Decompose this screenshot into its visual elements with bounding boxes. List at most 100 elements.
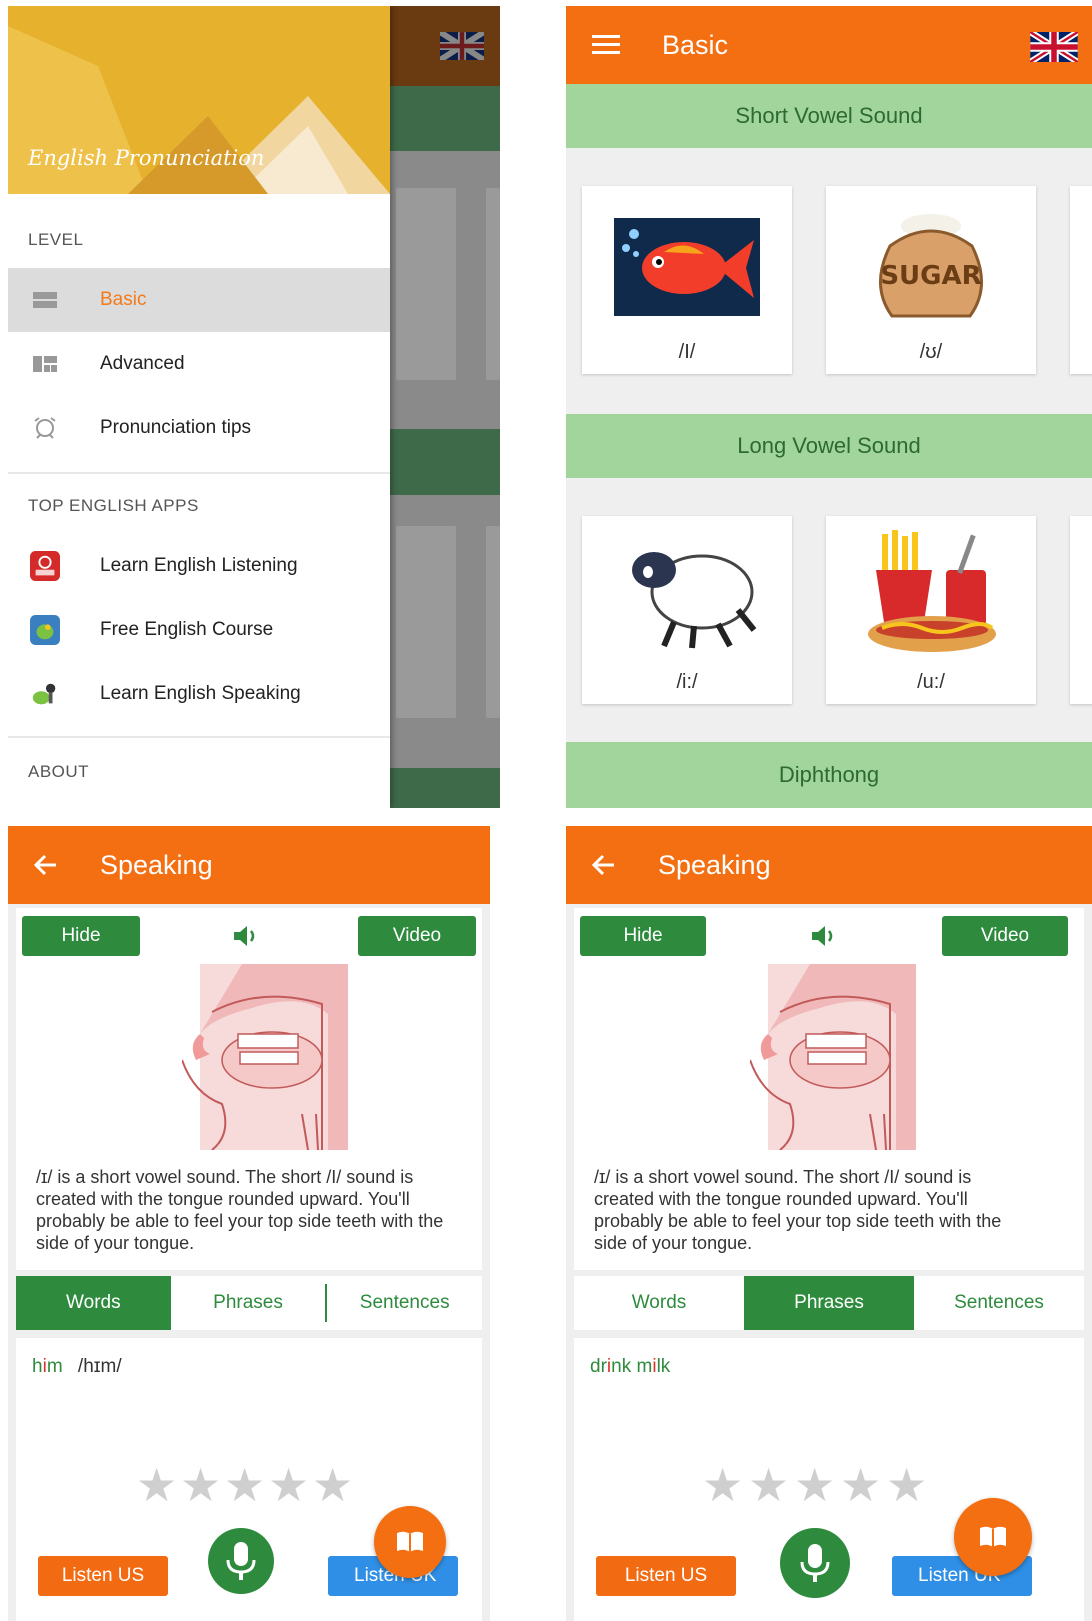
fast-food-icon [868, 530, 996, 652]
drawer-item-learn-english-listening[interactable]: Learn English Listening [8, 534, 390, 598]
drawer-item-label: Pronunciation tips [100, 417, 252, 438]
drawer-item-free-english-course[interactable]: Free English Course [8, 598, 390, 662]
tab-words[interactable]: Words [574, 1276, 744, 1330]
microphone-button[interactable] [208, 1528, 274, 1594]
menu-icon[interactable] [592, 34, 620, 56]
dictionary-fab[interactable] [374, 1506, 446, 1578]
back-arrow-icon[interactable] [34, 854, 58, 876]
practice-card: drink milk ★ ★ ★ ★ ★ Listen US Listen UK [574, 1338, 1084, 1621]
book-icon [980, 1526, 1006, 1547]
sound-card-short-i[interactable]: /I/ [582, 186, 792, 374]
star-icon[interactable]: ★ [794, 1462, 835, 1508]
tab-phrases[interactable]: Phrases [171, 1284, 328, 1322]
speaker-icon[interactable] [810, 924, 838, 953]
practice-card: him /hɪm/ ★ ★ ★ ★ ★ Listen US Listen UK [16, 1338, 482, 1621]
drawer-item-label: Learn English Listening [100, 555, 298, 576]
uk-flag-icon[interactable] [440, 32, 484, 60]
listen-us-button[interactable]: Listen US [38, 1556, 168, 1596]
page-title: Speaking [100, 849, 213, 880]
listening-app-icon [30, 551, 60, 581]
sound-description: /ɪ/ is a short vowel sound. The short /I… [36, 1167, 444, 1253]
book-icon [397, 1531, 423, 1552]
apps-section-title: TOP ENGLISH APPS [28, 496, 199, 515]
drawer-item-label: Learn English Speaking [100, 683, 301, 704]
app-bar: Speaking [566, 826, 1092, 904]
video-button[interactable]: Video [358, 916, 476, 956]
ipa-label: /I/ [678, 341, 696, 363]
sound-card-short-u[interactable]: SUGAR /ʊ/ [826, 186, 1036, 374]
dimmed-section-band [388, 768, 500, 808]
description-card: /ɪ/ is a short vowel sound. The short /I… [574, 1152, 1084, 1270]
ipa-label: /i:/ [676, 671, 698, 693]
sugar-sack-icon: SUGAR [879, 214, 983, 318]
content-tabs: Words Phrases Sentences [574, 1276, 1084, 1330]
sound-description: /ɪ/ is a short vowel sound. The short /I… [594, 1167, 1002, 1253]
tab-phrases[interactable]: Phrases [744, 1276, 914, 1330]
practice-ipa: /hɪm/ [77, 1356, 122, 1377]
drawer-item-learn-english-speaking[interactable]: Learn English Speaking [8, 662, 390, 726]
speaking-screen-phrases: Speaking Hide Video /ɪ/ is a short vowel… [566, 826, 1092, 1621]
star-icon[interactable]: ★ [312, 1462, 353, 1508]
back-arrow-icon[interactable] [592, 854, 616, 876]
drawer-item-advanced[interactable]: Advanced [8, 332, 390, 396]
microphone-button[interactable] [780, 1528, 850, 1598]
star-icon[interactable]: ★ [886, 1462, 927, 1508]
practice-phrase: drink milk [590, 1356, 671, 1377]
microphone-icon [226, 1542, 256, 1580]
dimmed-card [396, 526, 456, 718]
app-logo-text: English Pronunciation [28, 146, 265, 170]
ipa-label: /ʊ/ [919, 341, 943, 363]
hide-button[interactable]: Hide [22, 916, 140, 956]
description-card: /ɪ/ is a short vowel sound. The short /I… [16, 1152, 482, 1270]
star-icon[interactable]: ★ [702, 1462, 743, 1508]
dimmed-card [486, 188, 500, 380]
mouth-diagram-card: Hide Video [16, 908, 482, 1152]
drawer-item-pronunciation-tips[interactable]: Pronunciation tips [8, 396, 390, 460]
svg-text:SUGAR: SUGAR [880, 261, 981, 291]
sound-card-partial[interactable] [1070, 516, 1092, 704]
app-bar: Basic [566, 6, 1092, 84]
tab-sentences[interactable]: Sentences [914, 1276, 1084, 1330]
star-icon[interactable]: ★ [840, 1462, 881, 1508]
app-bar: Speaking [8, 826, 490, 904]
star-icon[interactable]: ★ [136, 1462, 177, 1508]
sound-card-partial[interactable] [1070, 186, 1092, 374]
drawer-header: English Pronunciation [8, 6, 390, 194]
sound-card-long-u[interactable]: /u:/ [826, 516, 1036, 704]
sound-card-long-i[interactable]: /i:/ [582, 516, 792, 704]
drawer-item-label: Basic [100, 289, 147, 310]
drawer: English Pronunciation LEVEL Basic Advanc… [8, 6, 390, 808]
tab-sentences[interactable]: Sentences [327, 1276, 482, 1330]
content-tabs: Words Phrases Sentences [16, 1276, 482, 1330]
level-section-title: LEVEL [28, 230, 84, 249]
dimmed-card [396, 188, 456, 380]
dimmed-section-band [388, 429, 500, 495]
fish-icon [614, 218, 760, 316]
speaker-icon[interactable] [232, 924, 260, 953]
uk-flag-icon[interactable] [1030, 32, 1078, 62]
section-short-vowel: Short Vowel Sound [566, 84, 1092, 148]
dictionary-fab[interactable] [954, 1498, 1032, 1576]
drawer-item-basic[interactable]: Basic [8, 268, 390, 332]
star-icon[interactable]: ★ [268, 1462, 309, 1508]
drawer-item-label: Free English Course [100, 619, 274, 640]
navigation-drawer-screen: English Pronunciation LEVEL Basic Advanc… [8, 6, 500, 808]
section-diphthong: Diphthong [566, 742, 1092, 808]
tab-words[interactable]: Words [16, 1276, 171, 1330]
speaking-screen-words: Speaking Hide Video /ɪ/ is a short vowel… [8, 826, 490, 1621]
microphone-icon [800, 1544, 830, 1582]
hide-button[interactable]: Hide [580, 916, 706, 956]
star-icon[interactable]: ★ [748, 1462, 789, 1508]
video-button[interactable]: Video [942, 916, 1068, 956]
speaking-app-icon [30, 681, 60, 707]
divider [8, 472, 390, 474]
listen-us-button[interactable]: Listen US [596, 1556, 736, 1596]
about-section-title: ABOUT [28, 762, 90, 781]
star-icon[interactable]: ★ [180, 1462, 221, 1508]
page-title: Basic [662, 29, 729, 60]
mouth-cross-section-icon [182, 964, 348, 1150]
star-icon[interactable]: ★ [224, 1462, 265, 1508]
divider [8, 736, 390, 738]
mouth-diagram-card: Hide Video [574, 908, 1084, 1152]
tips-icon [30, 415, 60, 441]
